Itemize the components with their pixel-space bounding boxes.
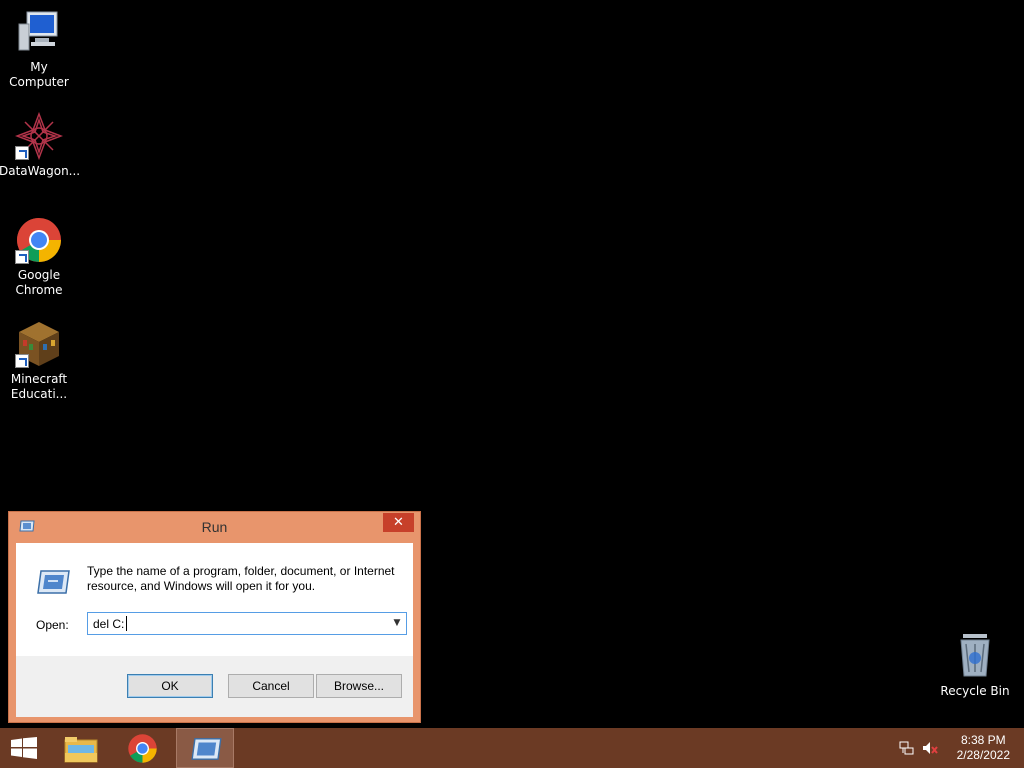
- desktop-icon-minecraft[interactable]: Minecraft Educati...: [0, 320, 79, 402]
- desktop-icon-label: Recycle Bin: [940, 684, 1010, 698]
- run-titlebar[interactable]: Run ✕: [9, 512, 420, 542]
- open-input[interactable]: [88, 613, 393, 634]
- desktop-icon-my-computer[interactable]: My Computer: [0, 8, 79, 90]
- desktop-icon-label: Google Chrome: [15, 268, 63, 297]
- text-caret: [126, 616, 127, 631]
- browse-button[interactable]: Browse...: [316, 674, 402, 698]
- taskbar: 8:38 PM 2/28/2022: [0, 728, 1024, 768]
- chrome-icon: [127, 733, 158, 767]
- minecraft-icon: [15, 320, 63, 368]
- close-button[interactable]: ✕: [383, 513, 414, 532]
- ok-button[interactable]: OK: [127, 674, 213, 698]
- chrome-icon: [15, 216, 63, 264]
- start-button[interactable]: [0, 728, 58, 768]
- desktop-icon-label: Minecraft Educati...: [10, 372, 68, 401]
- clock-date: 2/28/2022: [956, 748, 1010, 762]
- desktop-icon-google-chrome[interactable]: Google Chrome: [0, 216, 79, 298]
- run-dialog-footer: OK Cancel Browse...: [16, 656, 413, 717]
- taskbar-file-explorer[interactable]: [52, 728, 110, 768]
- taskbar-run[interactable]: [176, 728, 234, 768]
- system-clock[interactable]: 8:38 PM 2/28/2022: [957, 733, 1010, 763]
- run-dialog-title: Run: [201, 519, 228, 535]
- run-icon: [189, 737, 223, 764]
- desktop-icon-label: My Computer: [9, 60, 69, 89]
- file-explorer-icon: [64, 735, 98, 766]
- desktop-icon-datawagon[interactable]: DataWagon...: [0, 111, 81, 179]
- desktop-icon-label: DataWagon...: [0, 164, 81, 178]
- run-description: Type the name of a program, folder, docu…: [87, 564, 395, 593]
- shortcut-arrow-icon: [15, 146, 29, 160]
- clock-time: 8:38 PM: [960, 733, 1006, 747]
- shortcut-arrow-icon: [15, 250, 29, 264]
- volume-muted-icon[interactable]: [922, 740, 938, 756]
- chevron-down-icon[interactable]: ▼: [388, 613, 406, 634]
- recycle-bin-icon: [951, 632, 999, 680]
- desktop-icon-recycle-bin[interactable]: Recycle Bin: [935, 632, 1015, 699]
- network-icon[interactable]: [898, 740, 914, 756]
- datawagon-icon: [14, 111, 64, 161]
- run-icon: [36, 569, 70, 595]
- open-combobox[interactable]: ▼: [87, 612, 407, 635]
- start-icon: [11, 737, 37, 762]
- run-dialog: Run ✕ Type the name of a program, folder…: [8, 511, 421, 723]
- computer-icon: [15, 8, 63, 56]
- shortcut-arrow-icon: [15, 354, 29, 368]
- open-label: Open:: [36, 618, 69, 632]
- taskbar-chrome[interactable]: [114, 728, 172, 768]
- run-dialog-body: Type the name of a program, folder, docu…: [16, 543, 413, 656]
- cancel-button[interactable]: Cancel: [228, 674, 314, 698]
